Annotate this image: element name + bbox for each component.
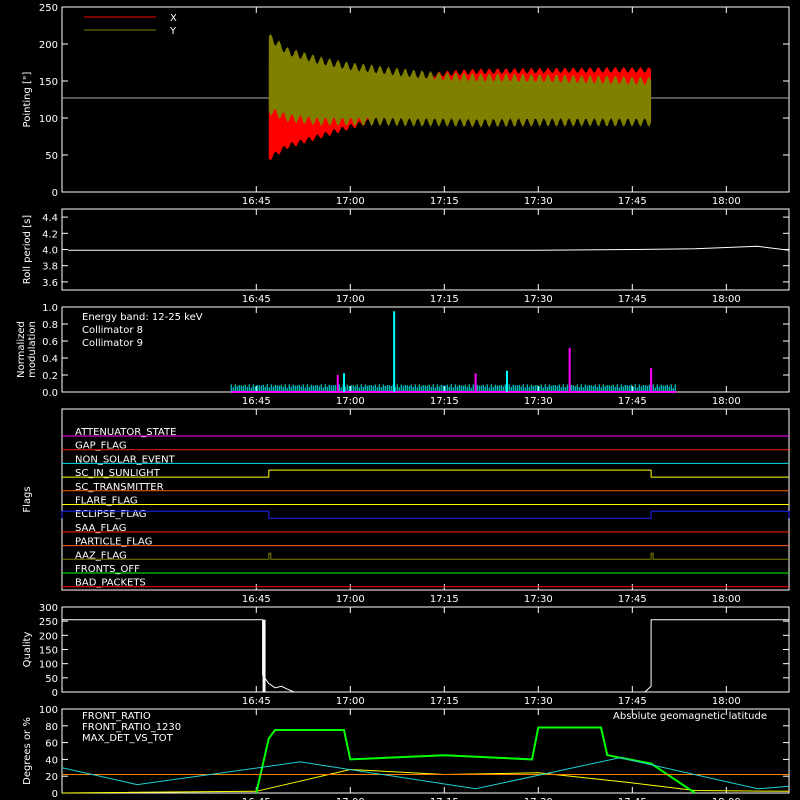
ratios-ytick-label: 80 xyxy=(45,722,58,733)
roll-period-ylabel: Roll period [s] xyxy=(22,215,33,284)
pointing-xtick-label: 16:45 xyxy=(242,196,271,207)
pointing-ytick-label: 100 xyxy=(39,114,58,125)
modulation-xtick-label: 18:00 xyxy=(712,396,741,407)
quality-xtick-label: 17:00 xyxy=(336,696,365,707)
legend-label-collimator-9: Collimator 9 xyxy=(82,338,143,349)
pointing-ytick-label: 50 xyxy=(45,151,58,162)
roll-period-xtick-label: 17:15 xyxy=(430,294,459,305)
quality-xtick-label: 17:30 xyxy=(524,696,553,707)
pointing-xtick-label: 17:15 xyxy=(430,196,459,207)
roll-period-xtick-label: 17:00 xyxy=(336,294,365,305)
modulation-ylabel: modulation xyxy=(27,321,38,378)
quality-ytick-label: 0 xyxy=(52,688,58,699)
pointing-ytick-label: 200 xyxy=(39,40,58,51)
roll-period-xtick-label: 16:45 xyxy=(242,294,271,305)
roll-period-ytick-label: 4.2 xyxy=(42,229,58,240)
flags-xtick-label: 16:45 xyxy=(242,594,271,605)
quality-xtick-label: 17:45 xyxy=(618,696,647,707)
modulation-ytick-label: 0.6 xyxy=(42,337,58,348)
modulation-ytick-label: 0.2 xyxy=(42,371,58,382)
pointing-xtick-label: 17:30 xyxy=(524,196,553,207)
flags-xtick-label: 17:15 xyxy=(430,594,459,605)
modulation-xtick-label: 16:45 xyxy=(242,396,271,407)
pointing-ytick-label: 150 xyxy=(39,77,58,88)
roll-period-xtick-label: 17:30 xyxy=(524,294,553,305)
legend-label-front-ratio-1230: FRONT_RATIO_1230 xyxy=(82,722,181,733)
quality-ytick-label: 300 xyxy=(39,603,58,614)
chart-background xyxy=(0,0,800,800)
flags-xtick-label: 17:45 xyxy=(618,594,647,605)
ratios-ytick-label: 0 xyxy=(52,789,58,800)
legend-label-max-det-vs-tot: MAX_DET_VS_TOT xyxy=(82,733,174,744)
quality-spike xyxy=(262,619,266,692)
quality-xtick-label: 17:15 xyxy=(430,696,459,707)
quality-ytick-label: 100 xyxy=(39,660,58,671)
quality-ylabel: Quality xyxy=(22,632,33,668)
roll-period-ytick-label: 4.4 xyxy=(42,213,58,224)
modulation-xtick-label: 17:30 xyxy=(524,396,553,407)
modulation-xtick-label: 17:15 xyxy=(430,396,459,407)
roll-period-ytick-label: 3.8 xyxy=(42,262,58,273)
ratios-ytick-label: 20 xyxy=(45,772,58,783)
modulation-xtick-label: 17:45 xyxy=(618,396,647,407)
modulation-ytick-label: 1.0 xyxy=(42,303,58,314)
flags-xtick-label: 17:00 xyxy=(336,594,365,605)
pointing-ytick-label: 0 xyxy=(52,188,58,199)
quality-ytick-label: 250 xyxy=(39,617,58,628)
roll-period-xtick-label: 18:00 xyxy=(712,294,741,305)
pointing-xtick-label: 18:00 xyxy=(712,196,741,207)
legend-label-x: X xyxy=(170,13,177,24)
roll-period-xtick-label: 17:45 xyxy=(618,294,647,305)
modulation-xtick-label: 17:00 xyxy=(336,396,365,407)
roll-period-ytick-label: 3.6 xyxy=(42,278,58,289)
flags-xtick-label: 18:00 xyxy=(712,594,741,605)
quality-ytick-label: 200 xyxy=(39,631,58,642)
modulation-annotation: Energy band: 12-25 keV xyxy=(82,312,203,323)
chart: 16:45 17:00 17:15 17:30 17:45 18:00 0 50 100 150 2… xyxy=(0,0,800,800)
pointing-ytick-label: 250 xyxy=(39,3,58,14)
flags-ylabel: Flags xyxy=(22,486,33,512)
modulation-ytick-label: 0.4 xyxy=(42,354,58,365)
legend-label-front-ratio: FRONT_RATIO xyxy=(82,711,151,722)
ratios-ytick-label: 100 xyxy=(39,705,58,716)
legend-label-geomagnetic-latitude: Absolute geomagnetic latitude xyxy=(613,711,767,722)
modulation-ytick-label: 0.0 xyxy=(42,388,58,399)
modulation-ytick-label: 0.8 xyxy=(42,320,58,331)
ratios-ytick-label: 40 xyxy=(45,755,58,766)
roll-period-ytick-label: 4.0 xyxy=(42,246,58,257)
ratios-ylabel: Degrees or % xyxy=(22,717,33,785)
modulation-ylabel: Normalized xyxy=(16,321,27,378)
ratios-ytick-label: 60 xyxy=(45,739,58,750)
pointing-ylabel: Pointing ["] xyxy=(22,71,33,127)
pointing-xtick-label: 17:45 xyxy=(618,196,647,207)
pointing-xtick-label: 17:00 xyxy=(336,196,365,207)
quality-xtick-label: 16:45 xyxy=(242,696,271,707)
legend-label-y: Y xyxy=(169,26,177,37)
legend-label-collimator-8: Collimator 8 xyxy=(82,325,143,336)
quality-xtick-label: 18:00 xyxy=(712,696,741,707)
flags-xtick-label: 17:30 xyxy=(524,594,553,605)
quality-ytick-label: 150 xyxy=(39,646,58,657)
quality-ytick-label: 50 xyxy=(45,674,58,685)
